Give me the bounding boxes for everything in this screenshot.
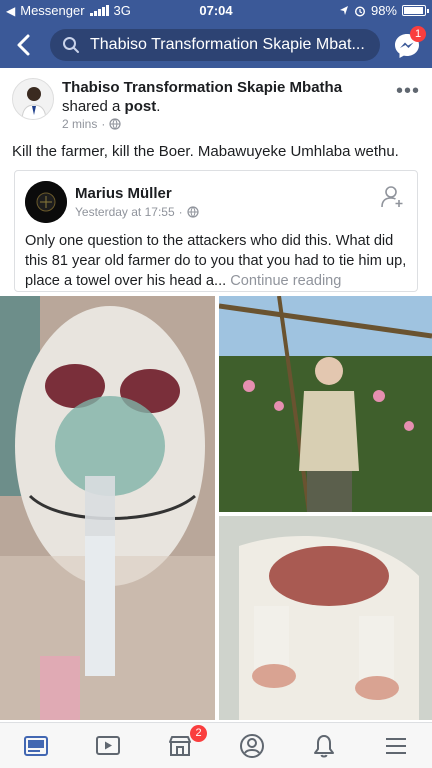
tab-watch[interactable] (72, 723, 144, 768)
continue-reading-link[interactable]: Continue reading (226, 273, 341, 289)
hamburger-menu-icon (386, 737, 406, 754)
post-photo-2[interactable] (219, 296, 432, 512)
shared-post-text: Only one question to the attackers who d… (25, 231, 409, 291)
alarm-icon (354, 5, 365, 17)
post-author-name[interactable]: Thabiso Transformation Skapie Mbatha (62, 79, 342, 96)
post-text: Kill the farmer, kill the Boer. Mabawuye… (12, 143, 399, 160)
bottom-tab-bar: 2 (0, 722, 432, 768)
post-photo-1[interactable] (0, 296, 215, 720)
shared-author-avatar[interactable] (25, 181, 67, 223)
tab-profile[interactable] (216, 723, 288, 768)
post-photo-3[interactable] (219, 516, 432, 720)
tab-marketplace[interactable]: 2 (144, 723, 216, 768)
status-bar: ◀ Messenger 3G 07:04 98% (0, 0, 432, 22)
shared-post-body: Only one question to the attackers who d… (25, 233, 407, 289)
tab-news-feed[interactable] (0, 723, 72, 768)
post-action: shared a (62, 98, 125, 115)
author-avatar[interactable] (12, 78, 54, 120)
search-query[interactable]: Thabiso Transformation Skapie Mbat... (90, 36, 365, 54)
tab-menu[interactable] (360, 723, 432, 768)
messenger-badge: 1 (410, 26, 426, 42)
news-feed-icon (24, 735, 48, 756)
add-friend-icon[interactable] (381, 185, 403, 209)
shared-post-time[interactable]: Yesterday at 17:55 (75, 205, 175, 219)
bell-icon (314, 734, 334, 757)
meta-separator: · (101, 117, 106, 131)
globe-icon (109, 118, 121, 130)
post-link[interactable]: post (125, 98, 157, 115)
post-time[interactable]: 2 mins (62, 117, 97, 131)
marketplace-badge: 2 (190, 725, 207, 742)
shared-post-meta: Yesterday at 17:55 · (75, 205, 199, 219)
shared-post-card[interactable]: Marius Müller Yesterday at 17:55 · Only … (14, 170, 418, 292)
shared-meta-separator: · (178, 205, 183, 219)
post-meta: 2 mins · (62, 117, 121, 131)
marketplace-icon (169, 735, 191, 756)
back-chevron-icon[interactable] (10, 30, 38, 60)
nav-bar: Thabiso Transformation Skapie Mbat... 1 (0, 22, 432, 68)
search-icon (63, 37, 79, 53)
video-play-icon (96, 735, 120, 755)
post-header: Thabiso Transformation Skapie Mbatha sha… (0, 70, 432, 136)
location-arrow-icon (339, 6, 348, 15)
battery-icon (402, 5, 429, 16)
globe-icon (187, 206, 199, 218)
battery-percent: 98% (370, 3, 397, 18)
profile-icon (240, 733, 264, 758)
post-action-end: . (156, 98, 161, 115)
post-author-line: Thabiso Transformation Skapie Mbatha sha… (62, 78, 392, 116)
shared-author-name[interactable]: Marius Müller (75, 185, 172, 202)
search-bar[interactable]: Thabiso Transformation Skapie Mbat... (50, 29, 380, 61)
post-options-icon[interactable]: ••• (396, 80, 420, 103)
tab-notifications[interactable] (288, 723, 360, 768)
